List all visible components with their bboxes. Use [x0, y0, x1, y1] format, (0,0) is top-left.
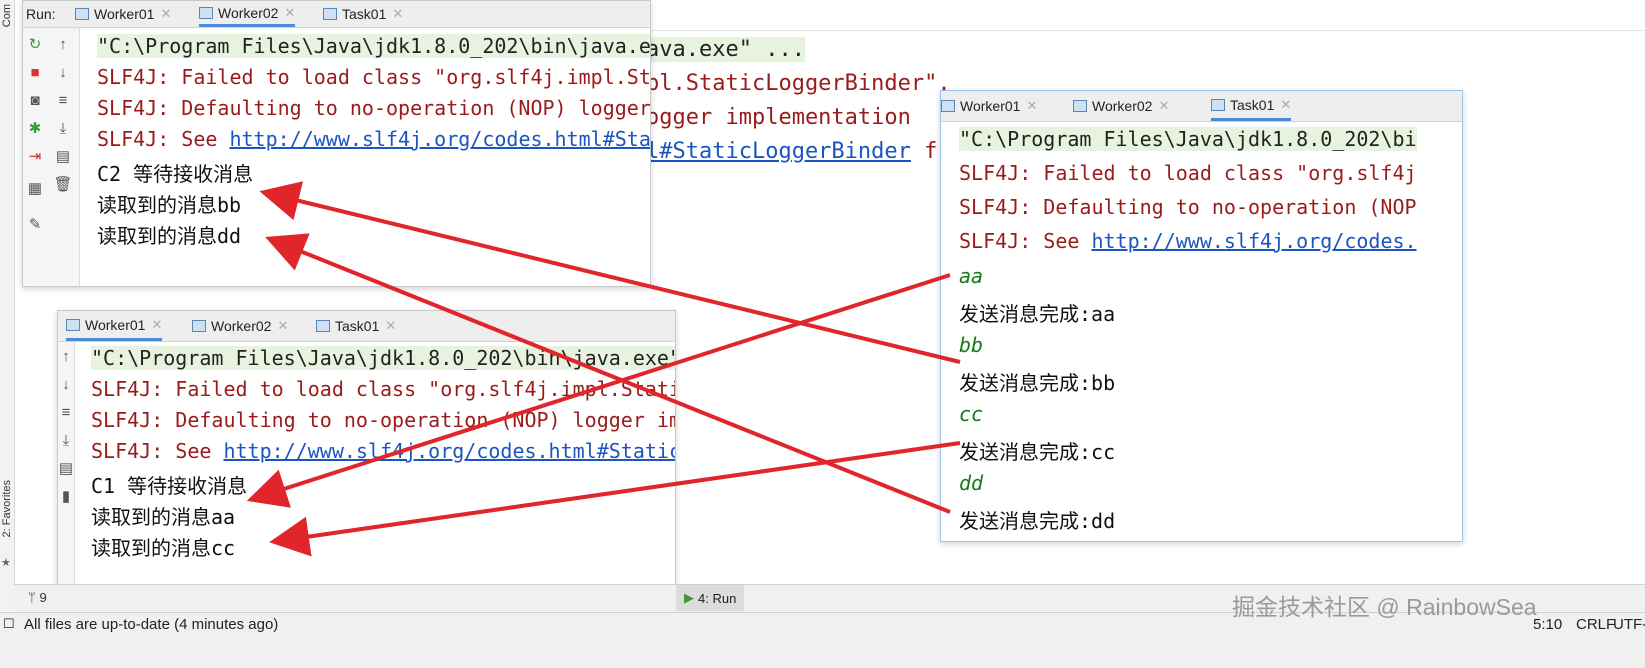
- arrow-aa-to-worker01: [246, 273, 951, 508]
- annotation-arrows: [246, 181, 961, 557]
- arrow-dd-to-worker02: [265, 233, 951, 514]
- arrow-bb-to-worker02: [259, 181, 961, 364]
